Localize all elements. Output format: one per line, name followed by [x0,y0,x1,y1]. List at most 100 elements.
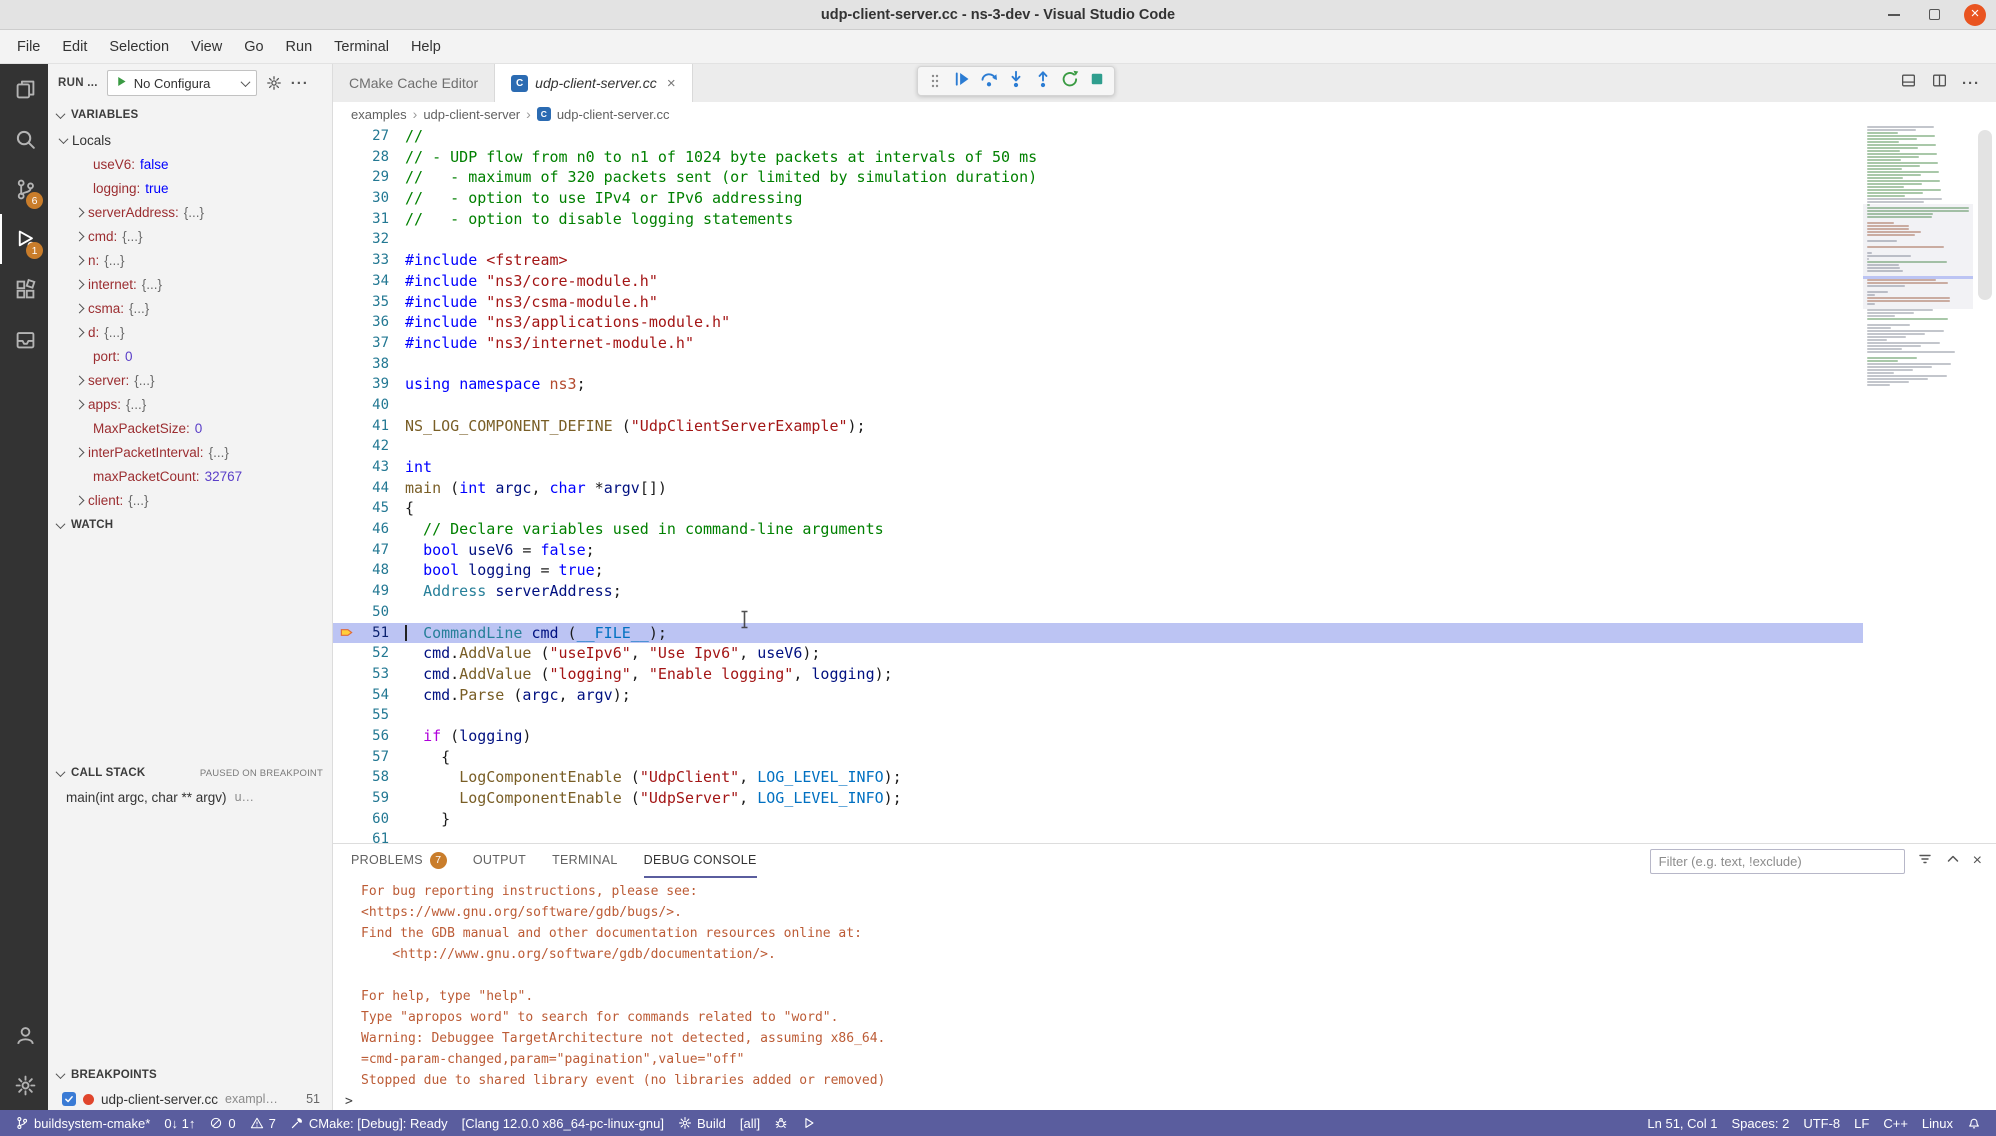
code-line-53[interactable]: 53 cmd.AddValue ("logging", "Enable logg… [333,664,1863,685]
gutter-glyph[interactable] [333,664,359,685]
gutter-glyph[interactable] [333,767,359,788]
breadcrumb-item-0[interactable]: examples [351,107,407,122]
code-line-48[interactable]: 48 bool logging = true; [333,560,1863,581]
git-branch-status[interactable]: buildsystem-cmake* [8,1110,157,1136]
code-line-55[interactable]: 55 [333,705,1863,726]
variable-row[interactable]: n:{...} [48,248,332,272]
minimize-button[interactable] [1884,5,1904,25]
line-number[interactable]: 34 [359,271,389,292]
line-number[interactable]: 28 [359,147,389,168]
menu-item-view[interactable]: View [180,30,233,63]
code-line-56[interactable]: 56 if (logging) [333,726,1863,747]
breakpoint-item[interactable]: udp-client-server.cc exampl… 51 [48,1088,332,1110]
line-number[interactable]: 50 [359,602,389,623]
maximize-button[interactable] [1924,5,1944,25]
line-number[interactable]: 43 [359,457,389,478]
code-line-50[interactable]: 50 [333,602,1863,623]
restart-button[interactable] [1058,69,1082,93]
variable-row[interactable]: client:{...} [48,488,332,512]
gutter-glyph[interactable] [333,436,359,457]
code-line-35[interactable]: 35#include "ns3/csma-module.h" [333,292,1863,313]
debug-target-button[interactable] [767,1110,795,1136]
build-button[interactable]: Build [671,1110,733,1136]
line-number[interactable]: 36 [359,312,389,333]
line-number[interactable]: 46 [359,519,389,540]
launch-target-button[interactable] [795,1110,823,1136]
menu-item-help[interactable]: Help [400,30,452,63]
editor-more-actions-icon[interactable]: ··· [1962,75,1980,92]
breadcrumb-item-1[interactable]: udp-client-server [423,107,520,122]
menu-item-edit[interactable]: Edit [51,30,98,63]
line-number[interactable]: 59 [359,788,389,809]
line-number[interactable]: 38 [359,354,389,375]
call-stack-frame[interactable]: main(int argc, char ** argv) u… [48,786,332,808]
activity-settings[interactable] [0,1060,48,1110]
code-line-32[interactable]: 32 [333,229,1863,250]
code-line-40[interactable]: 40 [333,395,1863,416]
tab-udp-client-server-cc[interactable]: Cudp-client-server.cc× [495,64,692,102]
code-line-60[interactable]: 60 } [333,809,1863,830]
code-line-45[interactable]: 45{ [333,498,1863,519]
gutter-glyph[interactable] [333,374,359,395]
line-number[interactable]: 52 [359,643,389,664]
remote-os[interactable]: Linux [1915,1110,1960,1136]
split-editor-icon[interactable] [1931,72,1948,94]
panel-tab-problems[interactable]: PROBLEMS7 [351,844,447,878]
step-out-button[interactable] [1031,69,1055,93]
line-number[interactable]: 33 [359,250,389,271]
code-line-59[interactable]: 59 LogComponentEnable ("UdpServer", LOG_… [333,788,1863,809]
code-line-34[interactable]: 34#include "ns3/core-module.h" [333,271,1863,292]
warnings-status[interactable]: 7 [243,1110,283,1136]
activity-search[interactable] [0,114,48,164]
menu-item-run[interactable]: Run [275,30,324,63]
line-number[interactable]: 30 [359,188,389,209]
code-line-30[interactable]: 30// - option to use IPv4 or IPv6 addres… [333,188,1863,209]
line-number[interactable]: 51 [359,623,389,644]
line-number[interactable]: 40 [359,395,389,416]
gutter-glyph[interactable] [333,292,359,313]
line-number[interactable]: 44 [359,478,389,499]
variable-row[interactable]: logging:true [48,176,332,200]
panel-tab-output[interactable]: OUTPUT [473,844,526,878]
panel-tab-terminal[interactable]: TERMINAL [552,844,618,878]
code-line-43[interactable]: 43int [333,457,1863,478]
line-number[interactable]: 58 [359,767,389,788]
more-actions-icon[interactable]: ··· [291,75,309,92]
line-number[interactable]: 41 [359,416,389,437]
breakpoints-section-header[interactable]: BREAKPOINTS [48,1062,332,1088]
line-number[interactable]: 49 [359,581,389,602]
gutter-glyph[interactable] [333,312,359,333]
breadcrumb-item-2[interactable]: udp-client-server.cc [557,107,670,122]
code-line-37[interactable]: 37#include "ns3/internet-module.h" [333,333,1863,354]
launch-config-dropdown[interactable]: No Configura [107,70,257,96]
gutter-glyph[interactable] [333,167,359,188]
line-number[interactable]: 31 [359,209,389,230]
code-line-42[interactable]: 42 [333,436,1863,457]
line-number[interactable]: 53 [359,664,389,685]
gutter-glyph[interactable] [333,498,359,519]
watch-section-header[interactable]: WATCH [48,512,332,538]
gutter-glyph[interactable] [333,602,359,623]
maximize-panel-icon[interactable] [1945,851,1961,872]
variable-row[interactable]: server:{...} [48,368,332,392]
variables-section-header[interactable]: VARIABLES [48,102,332,128]
code-line-33[interactable]: 33#include <fstream> [333,250,1863,271]
encoding[interactable]: UTF-8 [1796,1110,1847,1136]
code-line-27[interactable]: 27// [333,126,1863,147]
variable-row[interactable]: maxPacketCount:32767 [48,464,332,488]
gutter-glyph[interactable] [333,457,359,478]
variable-row[interactable]: useV6:false [48,152,332,176]
panel-tab-debug-console[interactable]: DEBUG CONSOLE [644,844,757,878]
gutter-glyph[interactable] [333,188,359,209]
gutter-glyph[interactable] [333,726,359,747]
gutter-glyph[interactable] [333,747,359,768]
gutter-glyph[interactable] [333,788,359,809]
activity-source-control[interactable]: 6 [0,164,48,214]
code-line-38[interactable]: 38 [333,354,1863,375]
code-line-44[interactable]: 44main (int argc, char *argv[]) [333,478,1863,499]
gutter-glyph[interactable] [333,685,359,706]
debug-console[interactable]: Type "show configuration" for configurat… [333,878,1996,1110]
gutter-glyph[interactable] [333,147,359,168]
code-line-61[interactable]: 61 [333,829,1863,843]
language-mode[interactable]: C++ [1876,1110,1915,1136]
